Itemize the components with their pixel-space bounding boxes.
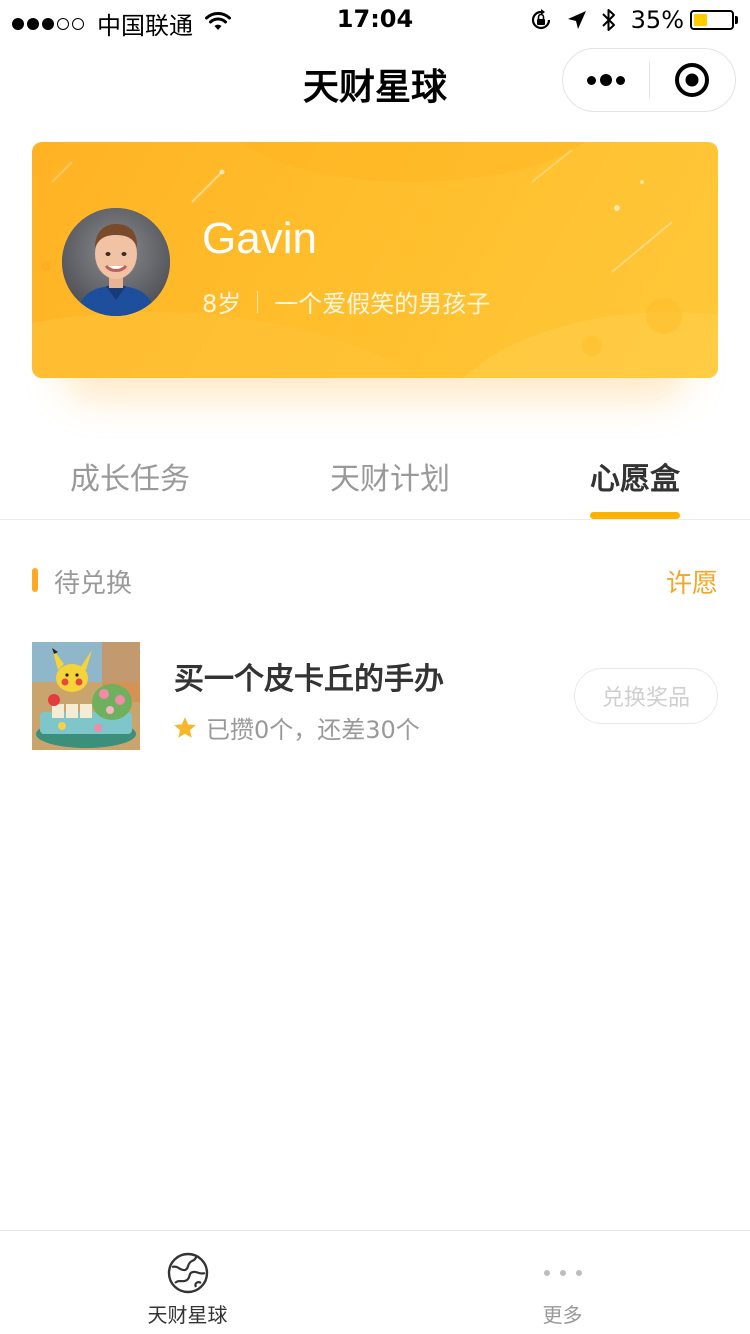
tabbar-item-planet[interactable]: 天财星球 (0, 1231, 375, 1334)
location-arrow-icon (567, 10, 587, 30)
wish-item-title: 买一个皮卡丘的手办 (174, 662, 444, 697)
status-bar: 中国联通 17:04 35% (0, 0, 750, 40)
planet-icon (0, 1251, 375, 1295)
tabbar-label-planet: 天财星球 (147, 1303, 228, 1327)
bottom-tab-bar: 天财星球 更多 (0, 1230, 750, 1334)
bluetooth-icon (601, 7, 617, 33)
star-icon (172, 715, 198, 741)
section-title: 待兑换 (54, 569, 133, 599)
status-right: 35% (515, 6, 738, 34)
target-circle-icon[interactable] (650, 48, 736, 112)
battery-icon (690, 10, 738, 30)
tab-bar: 成长任务 天财计划 心愿盒 (0, 440, 750, 520)
wish-item-progress: 已攒0个，还差30个 (172, 710, 420, 745)
profile-bio: 一个爱假笑的男孩子 (274, 290, 491, 318)
wish-item-progress-text: 已攒0个，还差30个 (206, 716, 420, 744)
avatar[interactable] (62, 208, 170, 316)
wish-item-thumbnail[interactable] (32, 642, 140, 750)
battery-percent: 35% (630, 6, 684, 34)
profile-age: 8岁 (202, 290, 242, 318)
section-marker (32, 568, 38, 592)
meta-divider (257, 290, 259, 313)
active-tab-indicator (590, 512, 680, 519)
redeem-button[interactable]: 兑换奖品 (574, 668, 718, 724)
profile-meta: 8岁 一个爱假笑的男孩子 (202, 284, 490, 319)
profile-name: Gavin (202, 214, 317, 263)
miniprogram-capsule (562, 48, 736, 112)
tabbar-item-more[interactable]: 更多 (375, 1231, 750, 1334)
tab-growth-tasks[interactable]: 成长任务 (70, 454, 190, 498)
orientation-lock-icon (529, 8, 553, 32)
tabbar-label-more: 更多 (542, 1303, 583, 1327)
profile-card[interactable]: Gavin 8岁 一个爱假笑的男孩子 (32, 142, 718, 378)
more-dots-icon (375, 1251, 750, 1295)
tab-wish-box[interactable]: 心愿盒 (590, 454, 680, 498)
tab-plan[interactable]: 天财计划 (330, 454, 450, 498)
make-wish-link[interactable]: 许愿 (666, 563, 718, 600)
more-dots-icon[interactable] (563, 48, 649, 112)
